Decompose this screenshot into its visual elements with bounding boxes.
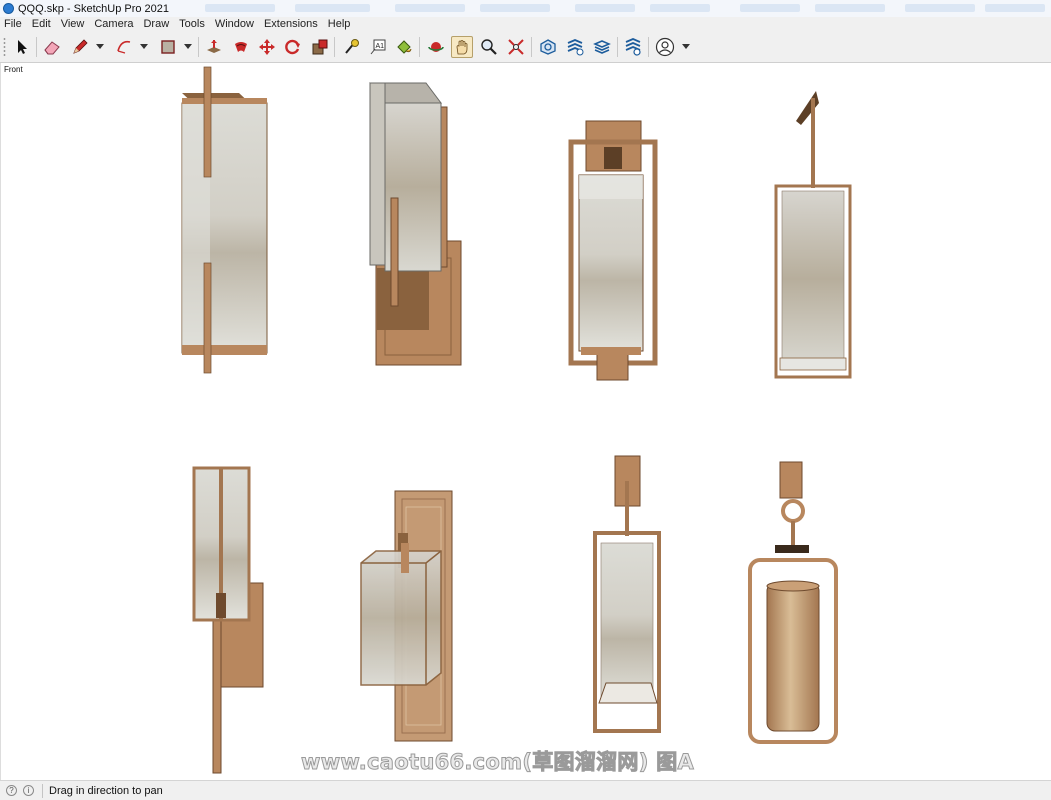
info-icon[interactable]: i [23,785,34,796]
toolbar-separator [419,37,420,57]
lamp-model-5[interactable] [192,466,264,774]
toolbar-separator [36,37,37,57]
toolbar-separator [617,37,618,57]
menu-edit[interactable]: Edit [27,17,56,32]
background-tab [395,4,465,12]
background-tab [205,4,275,12]
status-divider [42,783,43,798]
background-tab [650,4,710,12]
tape-measure-icon[interactable] [340,36,362,58]
toolbar-separator [198,37,199,57]
pencil-icon[interactable] [69,36,91,58]
extension-manager-icon[interactable] [622,36,644,58]
main-toolbar: A1 [0,32,1051,63]
lamp-model-1[interactable] [181,66,268,374]
zoom-extents-icon[interactable] [505,36,527,58]
move-icon[interactable] [256,36,278,58]
menu-draw[interactable]: Draw [138,17,174,32]
layout-icon[interactable] [591,36,613,58]
lamp-model-6[interactable] [360,490,453,742]
zoom-icon[interactable] [478,36,500,58]
follow-me-icon[interactable] [230,36,252,58]
pan-icon[interactable] [451,36,473,58]
chevron-down-icon[interactable] [682,44,690,49]
paint-bucket-icon[interactable] [393,36,415,58]
chevron-down-icon[interactable] [96,44,104,49]
scale-icon[interactable] [309,36,331,58]
watermark: www.caotu66.com(草图溜溜网) 图A [300,750,695,775]
title-bar: QQQ.skp - SketchUp Pro 2021 [0,0,1051,18]
lamp-model-4[interactable] [774,91,852,379]
lamp-model-3[interactable] [568,120,658,381]
menu-view[interactable]: View [56,17,90,32]
sketchup-app-icon [3,3,14,14]
extension-warehouse-icon[interactable] [564,36,586,58]
menu-file[interactable]: File [0,17,27,32]
lamp-model-2[interactable] [369,82,462,366]
status-bar: ? i Drag in direction to pan [0,780,1051,800]
orbit-icon[interactable] [425,36,447,58]
select-icon[interactable] [11,36,33,58]
background-tab [815,4,885,12]
window-title: QQQ.skp - SketchUp Pro 2021 [18,2,170,15]
menu-extensions[interactable]: Extensions [259,17,323,32]
rectangle-icon[interactable] [157,36,179,58]
svg-text:A1: A1 [376,43,385,50]
lamp-models-drawing [181,66,852,774]
push-pull-icon[interactable] [203,36,225,58]
geolocation-icon[interactable]: ? [6,785,17,796]
menu-camera[interactable]: Camera [89,17,138,32]
background-tab [575,4,635,12]
arc-icon[interactable] [113,36,135,58]
background-tab [295,4,370,12]
toolbar-separator [334,37,335,57]
modeling-viewport[interactable]: Front www.caotu66.com(草图溜溜网) 图A [0,63,1051,780]
lamp-model-7[interactable] [593,455,661,733]
account-icon[interactable] [654,36,676,58]
background-tab [985,4,1045,12]
rotate-icon[interactable] [282,36,304,58]
background-tab [740,4,800,12]
chevron-down-icon[interactable] [140,44,148,49]
chevron-down-icon[interactable] [184,44,192,49]
menu-bar: File Edit View Camera Draw Tools Window … [0,17,1051,32]
text-icon[interactable]: A1 [367,36,389,58]
toolbar-separator [648,37,649,57]
toolbar-separator [531,37,532,57]
menu-window[interactable]: Window [210,17,259,32]
menu-tools[interactable]: Tools [174,17,210,32]
background-tab [905,4,975,12]
status-text: Drag in direction to pan [49,784,163,797]
menu-help[interactable]: Help [323,17,356,32]
eraser-icon[interactable] [41,36,63,58]
toolbar-grip[interactable] [3,37,6,57]
warehouse-icon[interactable] [537,36,559,58]
lamp-model-8[interactable] [748,461,838,744]
background-tab [480,4,550,12]
